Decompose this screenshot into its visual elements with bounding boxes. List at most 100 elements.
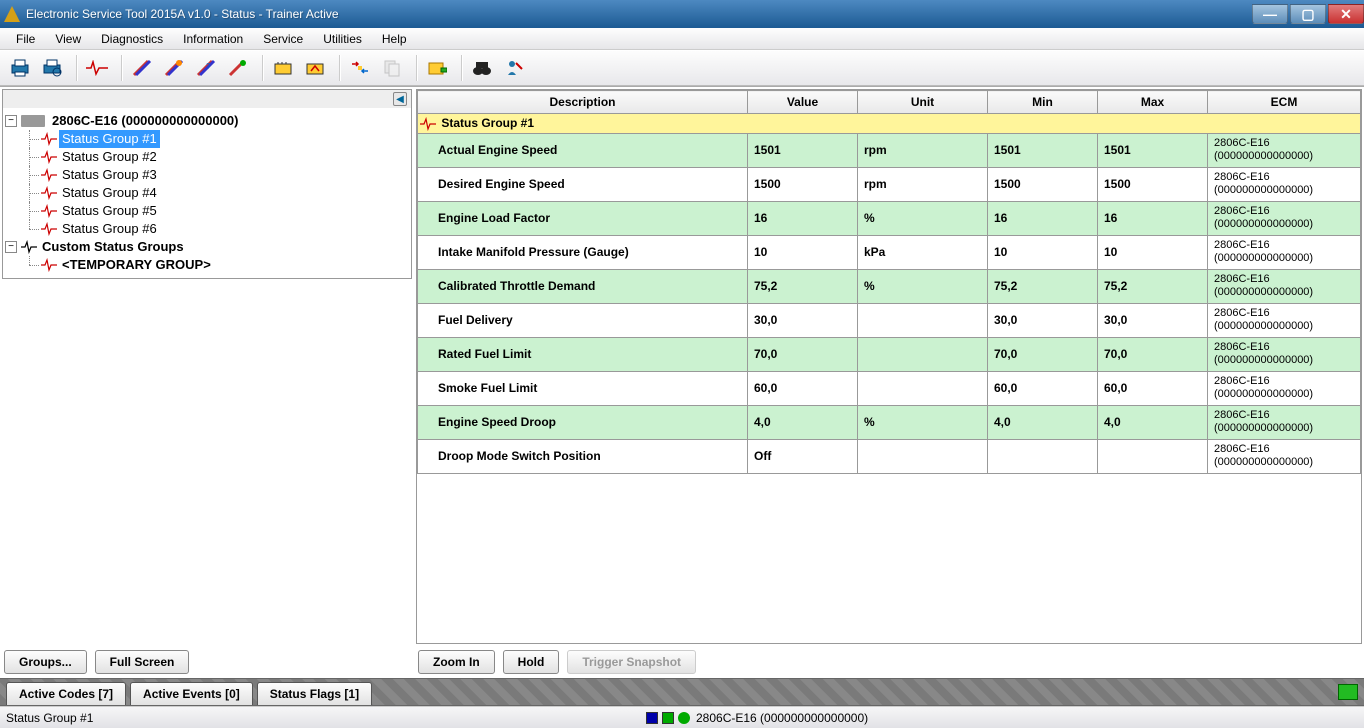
cell-unit: kPa — [858, 235, 988, 269]
tree-toggle-icon[interactable]: − — [5, 241, 17, 253]
menu-help[interactable]: Help — [372, 32, 417, 46]
chip-icon-2[interactable] — [301, 54, 329, 82]
tree-item[interactable]: Status Group #1 — [5, 130, 409, 148]
col-max[interactable]: Max — [1098, 91, 1208, 114]
cell-min: 1501 — [988, 133, 1098, 167]
cell-value: 70,0 — [748, 337, 858, 371]
table-row[interactable]: Engine Load Factor16%16162806C-E16(00000… — [418, 201, 1361, 235]
tree-temp-label: <TEMPORARY GROUP> — [59, 256, 214, 274]
collapse-sidebar-button[interactable]: ◀ — [393, 92, 407, 106]
tool-icon-1[interactable] — [128, 54, 156, 82]
cell-desc: Intake Manifold Pressure (Gauge) — [418, 235, 748, 269]
binoculars-icon[interactable] — [468, 54, 496, 82]
trigger-snapshot-button[interactable]: Trigger Snapshot — [567, 650, 696, 674]
col-value[interactable]: Value — [748, 91, 858, 114]
tree-root[interactable]: − 2806C-E16 (000000000000000) — [5, 112, 409, 130]
arrows-icon[interactable] — [346, 54, 374, 82]
status-table-wrap: Description Value Unit Min Max ECM — [416, 89, 1362, 644]
tool-icon-2[interactable] — [160, 54, 188, 82]
zoomin-button[interactable]: Zoom In — [418, 650, 495, 674]
tool-icon-4[interactable] — [224, 54, 252, 82]
table-row[interactable]: Rated Fuel Limit70,070,070,02806C-E16(00… — [418, 337, 1361, 371]
cell-ecm: 2806C-E16(000000000000000) — [1208, 337, 1361, 371]
tree-item[interactable]: Status Group #4 — [5, 184, 409, 202]
table-row[interactable]: Intake Manifold Pressure (Gauge)10kPa101… — [418, 235, 1361, 269]
cell-max: 1501 — [1098, 133, 1208, 167]
table-row[interactable]: Engine Speed Droop4,0%4,04,02806C-E16(00… — [418, 405, 1361, 439]
menu-utilities[interactable]: Utilities — [313, 32, 372, 46]
menu-view[interactable]: View — [45, 32, 91, 46]
cell-desc: Calibrated Throttle Demand — [418, 269, 748, 303]
fullscreen-button[interactable]: Full Screen — [95, 650, 190, 674]
svg-text:?: ? — [206, 62, 211, 71]
cell-ecm: 2806C-E16(000000000000000) — [1208, 439, 1361, 473]
cell-desc: Fuel Delivery — [418, 303, 748, 337]
menu-information[interactable]: Information — [173, 32, 253, 46]
table-group-row[interactable]: Status Group #1 — [418, 114, 1361, 134]
table-row[interactable]: Calibrated Throttle Demand75,2%75,275,22… — [418, 269, 1361, 303]
cell-unit: % — [858, 201, 988, 235]
cell-value: 1500 — [748, 167, 858, 201]
tree-item[interactable]: Status Group #2 — [5, 148, 409, 166]
app-icon — [4, 6, 20, 22]
cell-min: 75,2 — [988, 269, 1098, 303]
group-row-icon — [420, 117, 436, 131]
tree: − 2806C-E16 (000000000000000) Status Gro… — [3, 108, 411, 278]
table-row[interactable]: Fuel Delivery30,030,030,02806C-E16(00000… — [418, 303, 1361, 337]
cell-ecm: 2806C-E16(000000000000000) — [1208, 371, 1361, 405]
print-icon[interactable] — [6, 54, 34, 82]
cell-value: 1501 — [748, 133, 858, 167]
status-right: 2806C-E16 (000000000000000) — [696, 711, 868, 725]
tab-active-events[interactable]: Active Events [0] — [130, 682, 253, 705]
hold-button[interactable]: Hold — [503, 650, 560, 674]
cell-min: 1500 — [988, 167, 1098, 201]
table-row[interactable]: Droop Mode Switch PositionOff2806C-E16(0… — [418, 439, 1361, 473]
cell-ecm: 2806C-E16(000000000000000) — [1208, 167, 1361, 201]
cell-ecm: 2806C-E16(000000000000000) — [1208, 303, 1361, 337]
cell-max: 70,0 — [1098, 337, 1208, 371]
folder-icon[interactable] — [423, 54, 451, 82]
tree-toggle-icon[interactable]: − — [5, 115, 17, 127]
status-circle-green — [678, 712, 690, 724]
status-group-icon — [41, 204, 57, 218]
cell-min: 70,0 — [988, 337, 1098, 371]
table-group-label: Status Group #1 — [441, 116, 534, 130]
status-group-icon — [41, 186, 57, 200]
tool-icon-3[interactable]: ? — [192, 54, 220, 82]
tab-status-flags[interactable]: Status Flags [1] — [257, 682, 372, 705]
table-row[interactable]: Smoke Fuel Limit60,060,060,02806C-E16(00… — [418, 371, 1361, 405]
tree-item[interactable]: Status Group #3 — [5, 166, 409, 184]
tree-custom[interactable]: − Custom Status Groups — [5, 238, 409, 256]
col-description[interactable]: Description — [418, 91, 748, 114]
cell-ecm: 2806C-E16(000000000000000) — [1208, 405, 1361, 439]
groups-button[interactable]: Groups... — [4, 650, 87, 674]
cell-max: 1500 — [1098, 167, 1208, 201]
print-preview-icon[interactable] — [38, 54, 66, 82]
person-icon[interactable] — [500, 54, 528, 82]
tree-temp[interactable]: <TEMPORARY GROUP> — [5, 256, 409, 274]
cell-desc: Rated Fuel Limit — [418, 337, 748, 371]
minimize-button[interactable]: — — [1252, 4, 1288, 24]
chip-icon-1[interactable] — [269, 54, 297, 82]
col-unit[interactable]: Unit — [858, 91, 988, 114]
tree-item[interactable]: Status Group #6 — [5, 220, 409, 238]
col-min[interactable]: Min — [988, 91, 1098, 114]
copy-icon[interactable] — [378, 54, 406, 82]
ecg-icon[interactable] — [83, 54, 111, 82]
tree-item-label: Status Group #4 — [59, 184, 160, 202]
menu-service[interactable]: Service — [253, 32, 313, 46]
close-button[interactable]: ✕ — [1328, 4, 1364, 24]
table-row[interactable]: Desired Engine Speed1500rpm150015002806C… — [418, 167, 1361, 201]
table-row[interactable]: Actual Engine Speed1501rpm150115012806C-… — [418, 133, 1361, 167]
cell-unit: % — [858, 405, 988, 439]
maximize-button[interactable]: ▢ — [1290, 4, 1326, 24]
menu-diagnostics[interactable]: Diagnostics — [91, 32, 173, 46]
temp-group-icon — [41, 258, 57, 272]
col-ecm[interactable]: ECM — [1208, 91, 1361, 114]
menu-file[interactable]: File — [6, 32, 45, 46]
tab-active-codes[interactable]: Active Codes [7] — [6, 682, 126, 705]
tree-item[interactable]: Status Group #5 — [5, 202, 409, 220]
status-group-icon — [41, 132, 57, 146]
cell-value: 4,0 — [748, 405, 858, 439]
tree-item-label: Status Group #1 — [59, 130, 160, 148]
